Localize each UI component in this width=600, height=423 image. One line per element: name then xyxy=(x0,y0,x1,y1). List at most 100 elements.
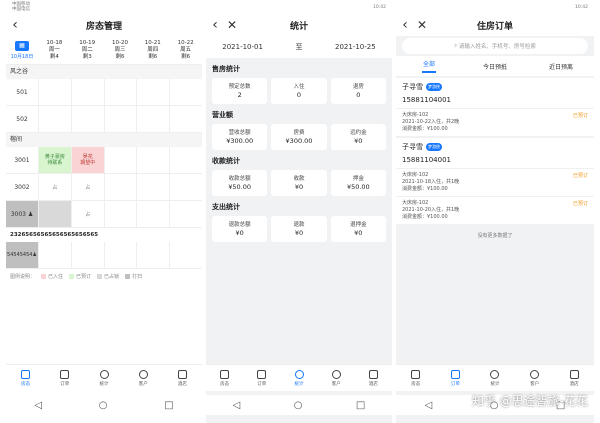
room-cell[interactable] xyxy=(103,147,137,173)
house-icon xyxy=(220,369,230,379)
tab-order[interactable]: 订单 xyxy=(243,365,280,391)
order-item[interactable]: 已预订 大床房-102 2021-10-18入住，共1晚 消费金额：¥100.0… xyxy=(396,168,594,196)
tab-customer[interactable]: 客户 xyxy=(318,365,355,391)
tab-stats[interactable]: 统计 xyxy=(84,365,123,391)
nav-back-icon[interactable]: ◁ xyxy=(425,400,433,411)
room-cell[interactable] xyxy=(38,242,71,268)
room-cell[interactable] xyxy=(70,79,104,105)
guest-header[interactable]: 子寻雪 梦游侠 15881104001 xyxy=(396,78,594,108)
close-icon[interactable]: ✕ xyxy=(414,18,430,32)
tab-departing[interactable]: 近日预离 xyxy=(528,56,594,76)
room-cell[interactable] xyxy=(103,242,137,268)
room-cell[interactable] xyxy=(38,79,71,105)
room-cell[interactable] xyxy=(70,106,104,132)
tab-hotel[interactable]: 酒店 xyxy=(355,365,392,391)
stat-card: 押金 ¥50.00 xyxy=(330,170,386,196)
status-badge: 已预订 xyxy=(572,173,588,179)
tab-order[interactable]: 订单 xyxy=(436,365,476,391)
room-number: 501 xyxy=(16,88,28,96)
room-cell[interactable] xyxy=(136,106,169,132)
checked-swatch xyxy=(41,274,47,279)
room-cell[interactable] xyxy=(136,79,169,105)
lock-cell[interactable]: 占 xyxy=(70,201,104,227)
room-cell[interactable] xyxy=(103,106,137,132)
stat-card: 退款总额 ¥0 xyxy=(212,216,268,242)
room-cell[interactable] xyxy=(169,147,202,173)
back-icon[interactable]: ‹ xyxy=(206,17,224,33)
room-cell[interactable] xyxy=(136,147,169,173)
order-item[interactable]: 已预订 大床房-102 2021-10-22入住，共2晚 消费金额：¥100.0… xyxy=(396,108,594,136)
back-icon[interactable]: ‹ xyxy=(6,17,24,33)
system-nav-bar: ◁ ○ □ xyxy=(6,395,202,415)
room-cell[interactable] xyxy=(103,201,137,227)
room-cell[interactable] xyxy=(169,79,202,105)
today-label: 10月18日 xyxy=(10,53,34,60)
tab-order[interactable]: 订单 xyxy=(45,365,84,391)
tab-room[interactable]: 房态 xyxy=(6,365,45,391)
room-cell[interactable] xyxy=(169,174,202,200)
clean-swatch xyxy=(125,274,131,279)
room-cell[interactable] xyxy=(169,242,202,268)
nav-recent-icon[interactable]: □ xyxy=(164,400,173,411)
room-cell[interactable] xyxy=(136,242,169,268)
search-input[interactable]: ⌕ 请输入姓名、手机号、房号检索 xyxy=(402,38,588,54)
tab-arriving[interactable]: 今日预抵 xyxy=(462,56,528,76)
nav-home-icon[interactable]: ○ xyxy=(99,400,108,411)
nav-recent-icon[interactable]: □ xyxy=(356,400,365,411)
date-col-0: 10-18 周一 剩4 xyxy=(46,39,63,60)
room-row: 3001 黄子豪房 待联系 吴花 期望中 xyxy=(6,147,202,174)
lock-cell[interactable]: 占 xyxy=(70,174,104,200)
hotel-icon xyxy=(177,369,187,379)
room-number: 3002 xyxy=(14,183,30,191)
order-item[interactable]: 已预订 大床房-102 2021-10-20入住，共1晚 消费金额：¥100.0… xyxy=(396,196,594,224)
back-icon[interactable]: ‹ xyxy=(396,17,414,33)
tab-hotel[interactable]: 酒店 xyxy=(554,365,594,391)
locked-cell[interactable] xyxy=(38,201,71,227)
nav-home-icon[interactable]: ○ xyxy=(294,400,303,411)
date-header-row: ▦ 10月18日 10-18 周一 剩4 10-19 周二 剩3 10-20 周三 剩6 1… xyxy=(6,36,202,65)
guest-header[interactable]: 子寻雪 梦游侠 15881104001 xyxy=(396,138,594,168)
room-number-cleaning: 54545454 ♟ xyxy=(6,242,38,268)
room-cell[interactable] xyxy=(103,174,137,200)
user-icon xyxy=(530,369,540,379)
room-cell[interactable] xyxy=(70,242,104,268)
booked-cell[interactable]: 黄子豪房 待联系 xyxy=(38,147,71,173)
watermark: 知乎 @思途智旅-花花 xyxy=(471,394,588,408)
tab-bar: 房态 订单 统计 客户 酒店 xyxy=(206,364,392,391)
tab-customer[interactable]: 客户 xyxy=(124,365,163,391)
tab-stats[interactable]: 统计 xyxy=(475,365,515,391)
tab-all[interactable]: 全部 xyxy=(396,56,462,76)
tab-room[interactable]: 房态 xyxy=(396,365,436,391)
system-nav-bar: ◁ ○ □ xyxy=(206,395,392,415)
room-cell[interactable] xyxy=(38,106,71,132)
tab-hotel[interactable]: 酒店 xyxy=(163,365,202,391)
nav-back-icon[interactable]: ◁ xyxy=(34,400,42,411)
tab-room[interactable]: 房态 xyxy=(206,365,243,391)
date-col-2: 10-20 周三 剩6 xyxy=(112,39,128,60)
carrier-2: 中国电信 xyxy=(12,7,30,12)
broom-icon: ♟ xyxy=(32,252,37,258)
stat-card: 房费 ¥300.00 xyxy=(271,124,327,150)
room-cell[interactable] xyxy=(169,106,202,132)
tab-stats[interactable]: 统计 xyxy=(280,365,317,391)
close-icon[interactable]: ✕ xyxy=(224,18,240,32)
room-cell[interactable] xyxy=(169,201,202,227)
user-icon xyxy=(331,369,341,379)
tab-customer[interactable]: 客户 xyxy=(515,365,555,391)
member-badge: 梦游侠 xyxy=(426,83,442,91)
end-date[interactable]: 2021-10-25 xyxy=(335,43,376,51)
calendar-picker[interactable]: ▦ 10月18日 xyxy=(6,36,38,64)
room-cell[interactable] xyxy=(136,201,169,227)
section-title: 支出统计 xyxy=(212,203,240,211)
section-title: 收款统计 xyxy=(212,157,240,165)
nav-back-icon[interactable]: ◁ xyxy=(233,400,241,411)
hotel-icon xyxy=(569,369,579,379)
checked-in-cell[interactable]: 吴花 期望中 xyxy=(70,147,104,173)
room-cell[interactable] xyxy=(103,79,137,105)
lock-icon: 占 xyxy=(85,211,91,218)
room-cell[interactable] xyxy=(136,174,169,200)
stat-card: 远约金 ¥0 xyxy=(330,124,386,150)
start-date[interactable]: 2021-10-01 xyxy=(222,43,263,51)
stat-card: 收款 ¥0 xyxy=(271,170,327,196)
lock-cell[interactable]: 占 xyxy=(38,174,71,200)
